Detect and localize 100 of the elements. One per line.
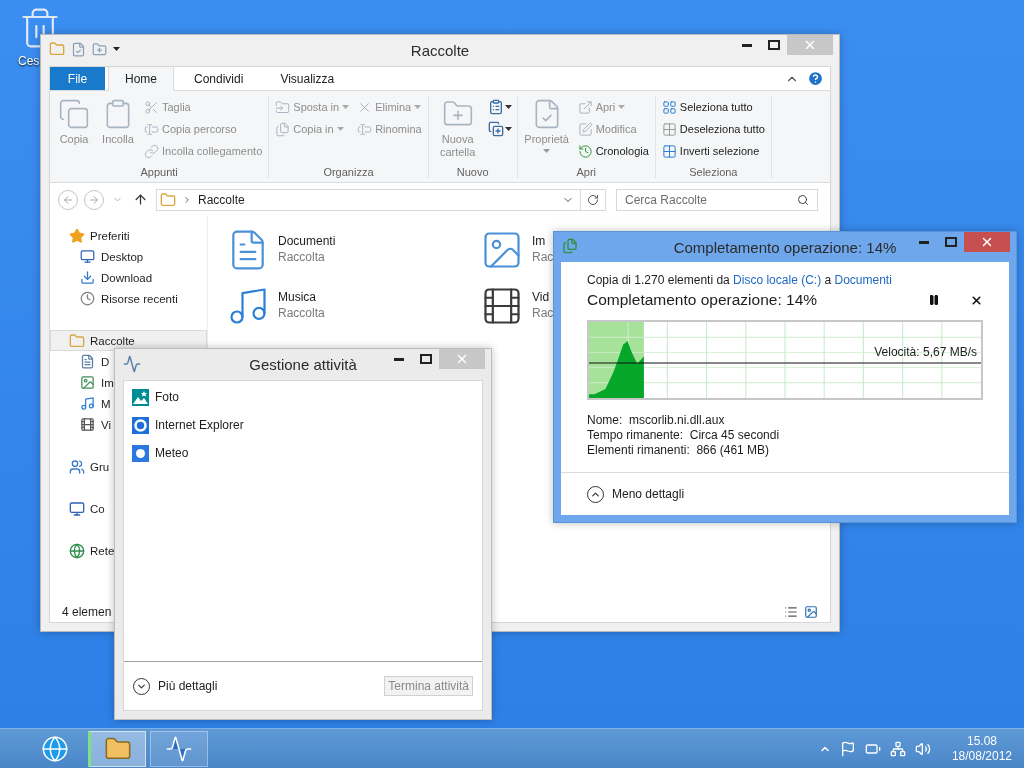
ribbon-tab[interactable]: Condividi	[177, 67, 261, 90]
maximize-icon	[944, 237, 957, 247]
library-type: Rac	[532, 250, 554, 264]
help-icon[interactable]	[807, 70, 824, 87]
maximize-icon	[419, 354, 432, 364]
group-label: Appunti	[139, 166, 179, 178]
library-type: Rac	[532, 306, 554, 320]
fewer-details-button[interactable]: Meno dettagli	[587, 485, 685, 503]
maximize-icon	[767, 40, 780, 50]
taskbar-button[interactable]	[88, 731, 146, 767]
nav-item[interactable]: Co	[50, 498, 106, 519]
back-icon	[62, 193, 74, 206]
speed-area-drawing	[589, 341, 644, 398]
minimize-icon	[918, 240, 929, 244]
library-name[interactable]: Musica	[278, 290, 325, 304]
nav-item[interactable]: D	[50, 351, 111, 372]
ribbon-button[interactable]: Deseleziona tutto	[659, 118, 767, 140]
caret-icon	[414, 105, 422, 109]
group-label: Apri	[575, 166, 597, 178]
chevron-icon	[182, 194, 192, 205]
nav-item[interactable]: Vi	[50, 414, 113, 435]
folder-icon	[69, 332, 85, 349]
up-icon	[133, 192, 148, 207]
copy-to-icon	[275, 121, 291, 137]
more-details-button[interactable]: Più dettagli	[133, 677, 218, 695]
film-icon	[80, 417, 95, 432]
select-all-icon	[661, 99, 677, 115]
copy-summary: Copia di 1.270 elementi da Disco locale (C:) a Documenti	[587, 273, 893, 287]
forward-icon	[88, 193, 100, 206]
close-icon	[803, 38, 817, 52]
select-none-icon	[661, 121, 677, 137]
window-title: Raccolte	[410, 42, 470, 59]
properties-icon[interactable]	[71, 41, 86, 57]
progress-heading: Completamento operazione: 14%	[587, 291, 819, 309]
library-name[interactable]: Im	[532, 234, 554, 248]
app-name[interactable]: Foto	[155, 390, 179, 404]
clock-icon	[80, 291, 95, 306]
nav-item[interactable]: Download	[50, 267, 154, 288]
ribbon-button[interactable]: Seleziona tutto	[659, 96, 767, 118]
download-icon	[80, 270, 95, 285]
minimize-icon	[741, 43, 752, 47]
refresh-icon[interactable]	[587, 193, 599, 206]
group-label: Organizza	[322, 166, 375, 178]
nav-item[interactable]: Im	[50, 372, 115, 393]
easy-access-icon	[487, 121, 504, 137]
nav-item[interactable]: M	[50, 393, 112, 414]
edit-icon	[577, 121, 593, 137]
group-label: Seleziona	[688, 166, 739, 178]
clock[interactable]: 15.08 18/08/2012	[951, 733, 1012, 764]
minimize-icon	[393, 357, 404, 361]
nav-item[interactable]: Preferiti	[50, 225, 131, 246]
app-name[interactable]: Meteo	[155, 446, 189, 460]
nav-item[interactable]: Risorse recenti	[50, 288, 179, 309]
ribbon-button[interactable]: Cronologia	[575, 140, 651, 162]
cancel-button[interactable]	[970, 293, 983, 307]
ribbon-tab[interactable]: Visualizza	[263, 67, 352, 90]
desktop-icon	[80, 249, 95, 264]
caret-icon	[113, 47, 120, 51]
pause-button[interactable]	[928, 294, 940, 306]
search-field[interactable]: Cerca Raccolte	[616, 188, 818, 211]
copy-icon	[562, 238, 578, 254]
address-bar[interactable]: Raccolte	[156, 188, 606, 211]
invert-selection-icon	[661, 143, 677, 159]
address-text: Raccolte	[198, 192, 246, 207]
new-folder-icon[interactable]	[92, 41, 107, 57]
rename-icon	[357, 121, 373, 137]
nav-item[interactable]: Rete	[50, 540, 116, 561]
library-type: Raccolta	[278, 306, 325, 320]
flag-icon[interactable]	[839, 740, 856, 757]
detail-line: Elementi rimanenti: 866 (461 MB)	[587, 443, 771, 457]
pause-icon	[928, 294, 940, 306]
ribbon-tab[interactable]: Home	[108, 67, 174, 91]
move-icon	[275, 99, 291, 115]
caret-icon	[504, 105, 512, 109]
close-icon	[980, 235, 994, 249]
caret-icon	[618, 105, 626, 109]
desktop-icon-label: Ces	[18, 54, 40, 68]
shortcut-icon	[144, 143, 159, 159]
destination-link[interactable]: Documenti	[834, 273, 892, 287]
ribbon-button[interactable]: Inverti selezione	[659, 140, 767, 162]
nav-item[interactable]: Desktop	[50, 246, 145, 267]
network-icon	[69, 542, 85, 559]
details-view-icon[interactable]	[784, 605, 798, 619]
library-name[interactable]: Vid	[532, 290, 554, 304]
library-name[interactable]: Documenti	[278, 234, 336, 248]
copy-icon	[58, 98, 90, 130]
open-icon	[577, 99, 593, 115]
music-icon	[80, 396, 95, 411]
cancel-icon	[970, 293, 983, 307]
nav-item[interactable]: Gru	[50, 456, 111, 477]
window-title: Gestione attività	[249, 356, 357, 373]
large-icons-view-icon[interactable]	[804, 605, 818, 619]
group-label: Nuovo	[455, 166, 490, 178]
app-name[interactable]: Internet Explorer	[155, 418, 244, 432]
taskbar-button[interactable]	[150, 731, 208, 767]
volume-icon[interactable]	[914, 740, 931, 757]
network-icon[interactable]	[889, 740, 906, 757]
source-link[interactable]: Disco locale (C:)	[733, 273, 822, 287]
file-tab[interactable]: File	[50, 67, 105, 90]
search-icon	[797, 193, 809, 206]
